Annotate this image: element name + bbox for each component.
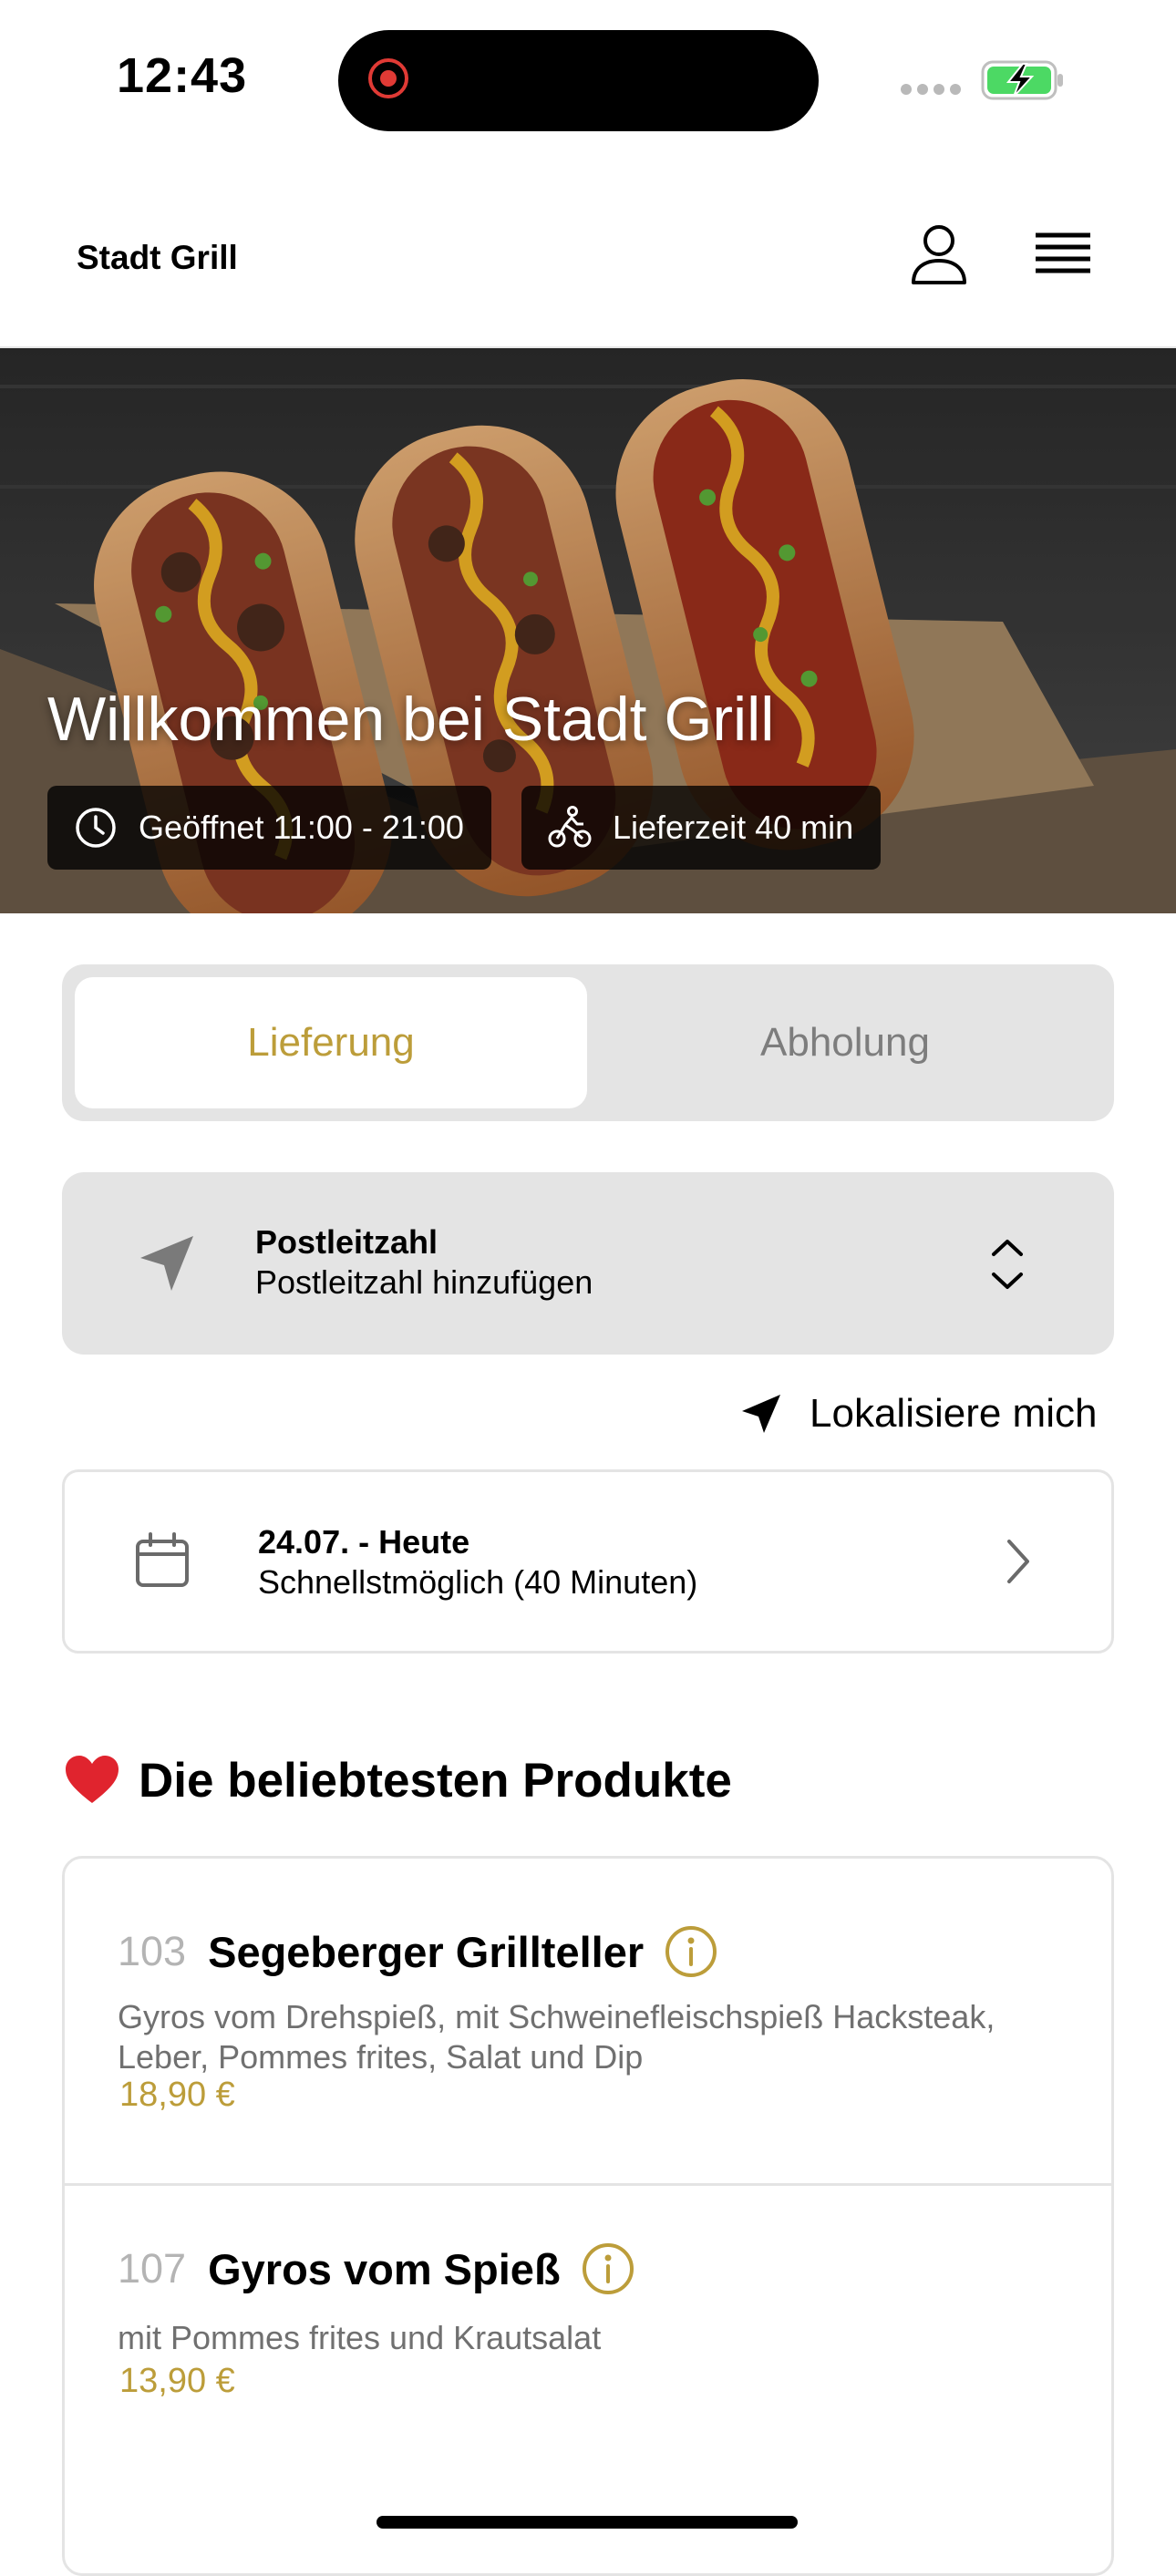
- delivery-time-text: Lieferzeit 40 min: [613, 809, 854, 846]
- chevron-right-icon: [1007, 1540, 1029, 1583]
- user-icon[interactable]: [903, 217, 975, 290]
- status-bar: 12:43: [0, 0, 1176, 155]
- delivery-time-badge: Lieferzeit 40 min: [521, 786, 882, 870]
- delivery-date-selector[interactable]: 24.07. - Heute Schnellstmöglich (40 Minu…: [62, 1469, 1114, 1654]
- product-price: 18,90 €: [119, 2076, 235, 2114]
- brand-name[interactable]: Stadt Grill: [77, 239, 238, 277]
- home-indicator[interactable]: [377, 2516, 798, 2529]
- clock-icon: [76, 808, 116, 848]
- recording-indicator-icon: [368, 58, 408, 98]
- popular-products-title: Die beliebtesten Produkte: [139, 1753, 732, 1808]
- info-icon[interactable]: [581, 2241, 635, 2296]
- opening-hours-badge: Geöffnet 11:00 - 21:00: [47, 786, 491, 870]
- cellular-signal-icon: [901, 84, 961, 95]
- locate-me-label: Lokalisiere mich: [810, 1391, 1098, 1436]
- heart-icon: [66, 1756, 119, 1803]
- popular-products-heading: Die beliebtesten Produkte: [64, 1748, 732, 1812]
- hamburger-menu-icon[interactable]: [1026, 217, 1099, 290]
- calendar-icon: [136, 1532, 189, 1587]
- delivery-date: 24.07. - Heute: [258, 1523, 470, 1561]
- dynamic-island: [338, 30, 819, 131]
- location-arrow-icon: [140, 1236, 193, 1291]
- opening-hours-text: Geöffnet 11:00 - 21:00: [139, 809, 464, 846]
- postcode-label: Postleitzahl: [255, 1223, 438, 1261]
- product-description: mit Pommes frites und Krautsalat: [118, 2319, 602, 2356]
- postcode-selector[interactable]: Postleitzahl Postleitzahl hinzufügen: [62, 1172, 1114, 1355]
- product-description: Gyros vom Drehspieß, mit Schweinefleisch…: [118, 1998, 995, 2076]
- product-item[interactable]: 103 Segeberger Grillteller Gyros vom Dre…: [65, 1859, 1111, 2186]
- location-arrow-icon: [742, 1395, 780, 1433]
- product-number: 103: [118, 1928, 187, 1974]
- chevron-up-down-icon: [992, 1240, 1023, 1289]
- hero-banner: Willkommen bei Stadt Grill Geöffnet 11:0…: [0, 348, 1176, 913]
- status-time: 12:43: [117, 48, 248, 103]
- product-number: 107: [118, 2245, 187, 2292]
- hero-title: Willkommen bei Stadt Grill: [47, 685, 775, 754]
- delivery-bike-icon: [548, 806, 592, 848]
- app-header: Stadt Grill: [0, 155, 1176, 348]
- product-name: Segeberger Grillteller: [208, 1927, 645, 1976]
- info-icon[interactable]: [664, 1924, 718, 1979]
- product-list: 103 Segeberger Grillteller Gyros vom Dre…: [62, 1856, 1114, 2576]
- product-name: Gyros vom Spieß: [208, 2244, 561, 2293]
- product-price: 13,90 €: [119, 2362, 235, 2400]
- tab-lieferung[interactable]: Lieferung: [75, 977, 587, 1108]
- tab-abholung[interactable]: Abholung: [589, 977, 1101, 1108]
- order-mode-toggle: Lieferung Abholung: [62, 964, 1114, 1121]
- battery-charging-icon: [981, 60, 1063, 100]
- product-item[interactable]: 107 Gyros vom Spieß mit Pommes frites un…: [65, 2183, 1111, 2566]
- delivery-time-option: Schnellstmöglich (40 Minuten): [258, 1563, 698, 1601]
- locate-me-button[interactable]: Lokalisiere mich: [738, 1382, 1097, 1446]
- postcode-placeholder: Postleitzahl hinzufügen: [255, 1263, 593, 1301]
